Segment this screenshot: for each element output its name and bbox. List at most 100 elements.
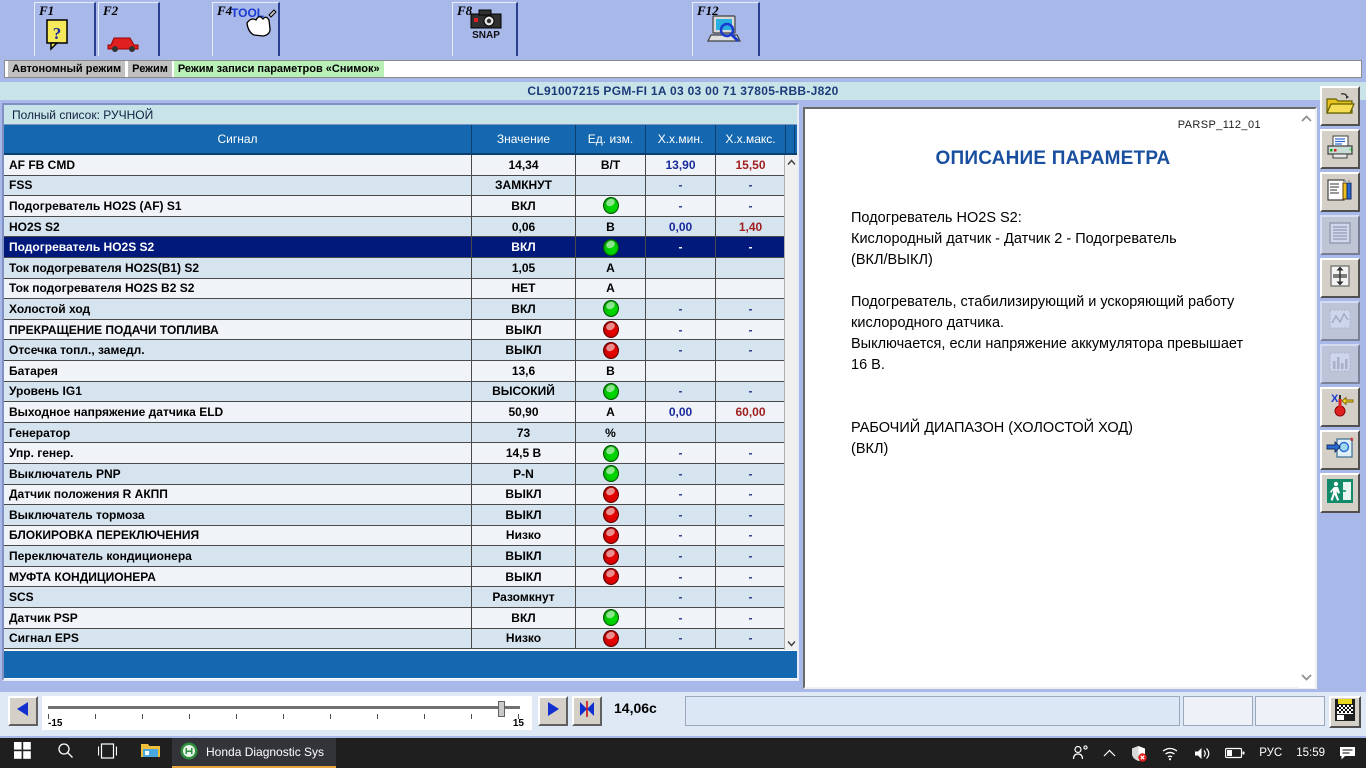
cell-value: 1,05 xyxy=(472,257,576,278)
table-row[interactable]: Выходное напряжение датчика ELD 50,90 А 0,0… xyxy=(4,402,797,423)
led-green-icon xyxy=(602,465,619,483)
table-row[interactable]: Генератор 73% xyxy=(4,422,797,444)
file-explorer-button[interactable] xyxy=(128,738,172,768)
table-scroll-down-icon[interactable] xyxy=(785,636,797,650)
svg-text:SNAP: SNAP xyxy=(472,30,500,39)
snapshot-export-button[interactable]: * xyxy=(1320,430,1360,470)
cell-signal: ПРЕКРАЩЕНИЕ ПОДАЧИ ТОПЛИВА xyxy=(4,319,472,340)
fkey-button-f8[interactable]: F8 SNAP xyxy=(452,2,518,56)
table-scrollbar[interactable] xyxy=(784,155,797,650)
cell-idle-min: - xyxy=(646,628,716,649)
edit-list-button[interactable] xyxy=(1320,172,1360,212)
exit-button[interactable] xyxy=(1320,473,1360,513)
table-row[interactable]: ПРЕКРАЩЕНИЕ ПОДАЧИ ТОПЛИВА ВЫКЛ - - xyxy=(4,319,797,341)
column-header-spacer xyxy=(786,125,795,153)
status-field-main[interactable] xyxy=(685,696,1180,726)
table-row[interactable]: AF FB CMD 14,34 В/Т 13,90 15,50 xyxy=(4,155,797,176)
people-icon[interactable] xyxy=(1072,745,1089,761)
scroll-down-icon[interactable] xyxy=(1298,668,1314,686)
column-header-unit[interactable]: Ед. изм. xyxy=(576,125,646,153)
table-row[interactable]: Подогреватель HO2S (AF) S1 ВКЛ - - xyxy=(4,196,797,217)
task-view-icon xyxy=(97,742,117,764)
table-row[interactable]: Выключатель тормоза ВЫКЛ - - xyxy=(4,505,797,526)
table-row[interactable]: Ток подогревателя HO2S B2 S2 НЕТ А xyxy=(4,278,797,300)
table-row[interactable]: Ток подогревателя HO2S(B1) S2 1,05 А xyxy=(4,257,797,279)
table-row[interactable]: Выключатель PNP P-N - - xyxy=(4,463,797,485)
table-scroll-up-icon[interactable] xyxy=(785,155,797,169)
thermometer-button[interactable]: X xyxy=(1320,387,1360,427)
table-row[interactable]: Переключатель кондиционера ВЫКЛ - - xyxy=(4,546,797,567)
cell-signal: Подогреватель HO2S S2 xyxy=(4,237,472,257)
cell-value: ВКЛ xyxy=(472,196,576,216)
status-field-b[interactable] xyxy=(1255,696,1325,726)
volume-icon[interactable] xyxy=(1193,746,1211,761)
security-shield-icon[interactable] xyxy=(1130,745,1147,762)
notification-icon[interactable] xyxy=(1339,746,1356,761)
column-header-idle-max[interactable]: Х.х.макс. xyxy=(716,125,786,153)
table-row[interactable]: Упр. генер. 14,5 В -- xyxy=(4,443,797,464)
language-indicator[interactable]: РУС xyxy=(1259,747,1282,759)
table-row[interactable]: Датчик PSP ВКЛ - - xyxy=(4,608,797,629)
scroll-up-icon[interactable] xyxy=(1298,110,1314,128)
cell-signal: МУФТА КОНДИЦИОНЕРА xyxy=(4,566,472,587)
play-button[interactable] xyxy=(538,696,568,726)
cell-value: НЕТ xyxy=(472,278,576,299)
cell-value: ЗАМКНУТ xyxy=(472,175,576,196)
save-button[interactable] xyxy=(1329,696,1361,728)
taskbar-app-honda[interactable]: Honda Diagnostic Sys xyxy=(172,738,337,768)
table-row[interactable]: FSS ЗАМКНУТ - - xyxy=(4,175,797,197)
table-row[interactable]: Датчик положения R АКПП ВЫКЛ - - xyxy=(4,484,797,506)
task-view-button[interactable] xyxy=(86,738,128,768)
table-row[interactable]: Холостой ход ВКЛ - - xyxy=(4,299,797,320)
fkey-button-f12[interactable]: F12 xyxy=(692,2,760,56)
timeline-slider[interactable]: -15 15 xyxy=(42,696,532,730)
cell-status-led xyxy=(576,505,646,525)
table-row[interactable]: МУФТА КОНДИЦИОНЕРА ВЫКЛ - - xyxy=(4,566,797,588)
table-row[interactable]: HO2S S2 0,06 В 0,00 1,40 xyxy=(4,216,797,238)
cell-signal: Выключатель тормоза xyxy=(4,505,472,525)
table-row[interactable]: БЛОКИРОВКА ПЕРЕКЛЮЧЕНИЯ Низко - - xyxy=(4,525,797,547)
parameter-description-panel: PARSP_112_01 ОПИСАНИЕ ПАРАМЕТРА Подогрев… xyxy=(803,107,1317,689)
cell-idle-min: - xyxy=(646,463,716,484)
cell-idle-max: - xyxy=(716,566,786,587)
table-row[interactable]: SCS Разомкнут - - xyxy=(4,587,797,609)
led-red-icon xyxy=(602,485,619,503)
table-row[interactable]: Сигнал EPS Низко - - xyxy=(4,628,797,650)
fkey-button-f4[interactable]: F4 TOOL xyxy=(212,2,280,56)
wifi-icon[interactable] xyxy=(1161,746,1179,761)
table-row[interactable]: Отсечка топл., замедл. ВЫКЛ - - xyxy=(4,340,797,361)
cell-idle-max: 15,50 xyxy=(716,155,786,175)
open-folder-button[interactable] xyxy=(1320,86,1360,126)
cell-signal: Генератор xyxy=(4,422,472,443)
cell-value: 14,34 xyxy=(472,155,576,175)
cell-value: Разомкнут xyxy=(472,587,576,608)
cell-idle-max xyxy=(716,278,786,299)
help-question-icon: ? xyxy=(39,17,90,53)
table-row[interactable]: Уровень IG1 ВЫСОКИЙ - - xyxy=(4,381,797,403)
column-header-value[interactable]: Значение xyxy=(472,125,576,153)
search-button[interactable] xyxy=(44,738,86,768)
cell-signal: Отсечка топл., замедл. xyxy=(4,340,472,360)
battery-icon[interactable] xyxy=(1225,747,1245,759)
status-field-a[interactable] xyxy=(1183,696,1253,726)
fkey-button-f2[interactable]: F2 xyxy=(98,2,160,56)
column-header-idle-min[interactable]: Х.х.мин. xyxy=(646,125,716,153)
resize-vertical-button[interactable] xyxy=(1320,258,1360,298)
prev-frame-button[interactable] xyxy=(8,696,38,726)
cell-idle-min: - xyxy=(646,237,716,257)
clock[interactable]: 15:59 xyxy=(1296,747,1325,759)
cell-status-led xyxy=(576,608,646,628)
cell-signal: Подогреватель HO2S (AF) S1 xyxy=(4,196,472,216)
start-button[interactable] xyxy=(0,738,44,768)
jump-to-end-button[interactable] xyxy=(572,696,602,726)
table-row[interactable]: Подогреватель HO2S S2 ВКЛ - - xyxy=(4,237,797,258)
description-scrollbar[interactable] xyxy=(1298,110,1314,688)
description-code: PARSP_112_01 xyxy=(1177,119,1261,131)
timeline-thumb[interactable] xyxy=(498,701,506,717)
table-row[interactable]: Батарея 13,6 В xyxy=(4,360,797,382)
fkey-button-f1[interactable]: F1 ? xyxy=(34,2,96,56)
chevron-up-icon[interactable] xyxy=(1103,749,1116,758)
print-button[interactable]: + xyxy=(1320,129,1360,169)
column-header-signal[interactable]: Сигнал xyxy=(4,125,472,153)
list-view-icon xyxy=(1327,221,1353,250)
